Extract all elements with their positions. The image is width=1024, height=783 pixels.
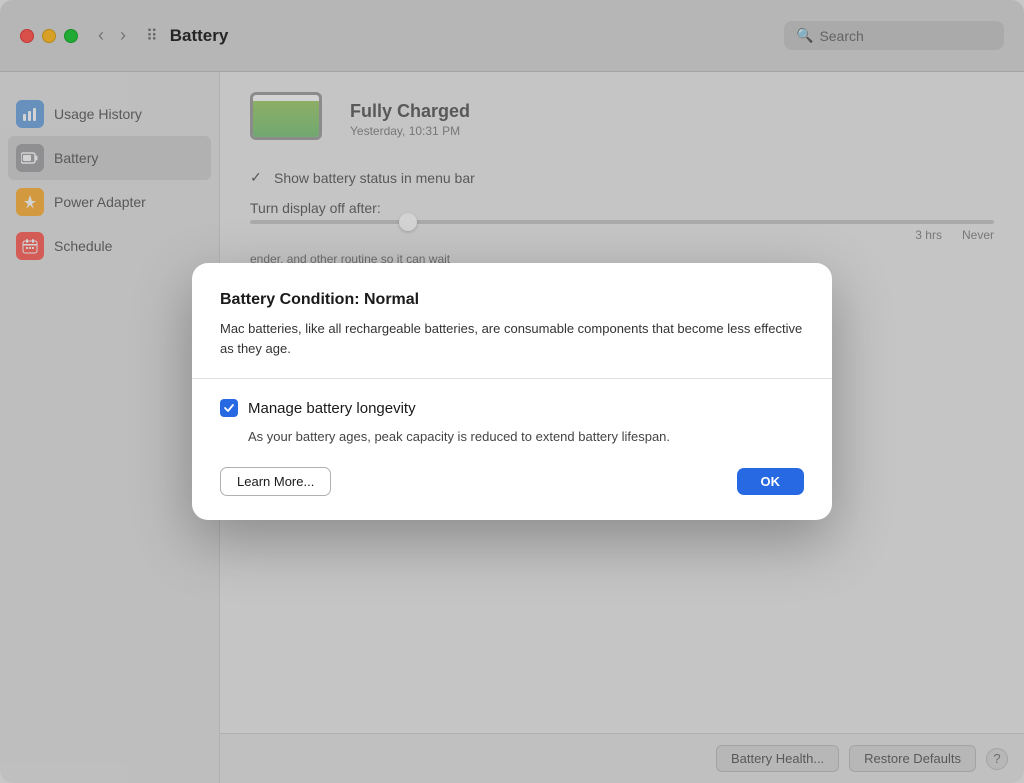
manage-longevity-checkbox[interactable] bbox=[220, 399, 238, 417]
checkbox-sublabel: As your battery ages, peak capacity is r… bbox=[248, 427, 804, 447]
modal-footer: Learn More... OK bbox=[220, 467, 804, 496]
learn-more-button[interactable]: Learn More... bbox=[220, 467, 331, 496]
modal-description: Mac batteries, like all rechargeable bat… bbox=[220, 319, 804, 358]
checkbox-label: Manage battery longevity bbox=[248, 400, 416, 417]
modal-dialog: Battery Condition: Normal Mac batteries,… bbox=[192, 263, 832, 520]
modal-title: Battery Condition: Normal bbox=[220, 291, 804, 309]
checkbox-row: Manage battery longevity bbox=[220, 399, 804, 417]
main-window: ‹ › ⠿ Battery 🔍 Usage History bbox=[0, 0, 1024, 783]
modal-divider bbox=[192, 378, 832, 379]
ok-button[interactable]: OK bbox=[737, 468, 805, 495]
modal-overlay: Battery Condition: Normal Mac batteries,… bbox=[0, 0, 1024, 783]
